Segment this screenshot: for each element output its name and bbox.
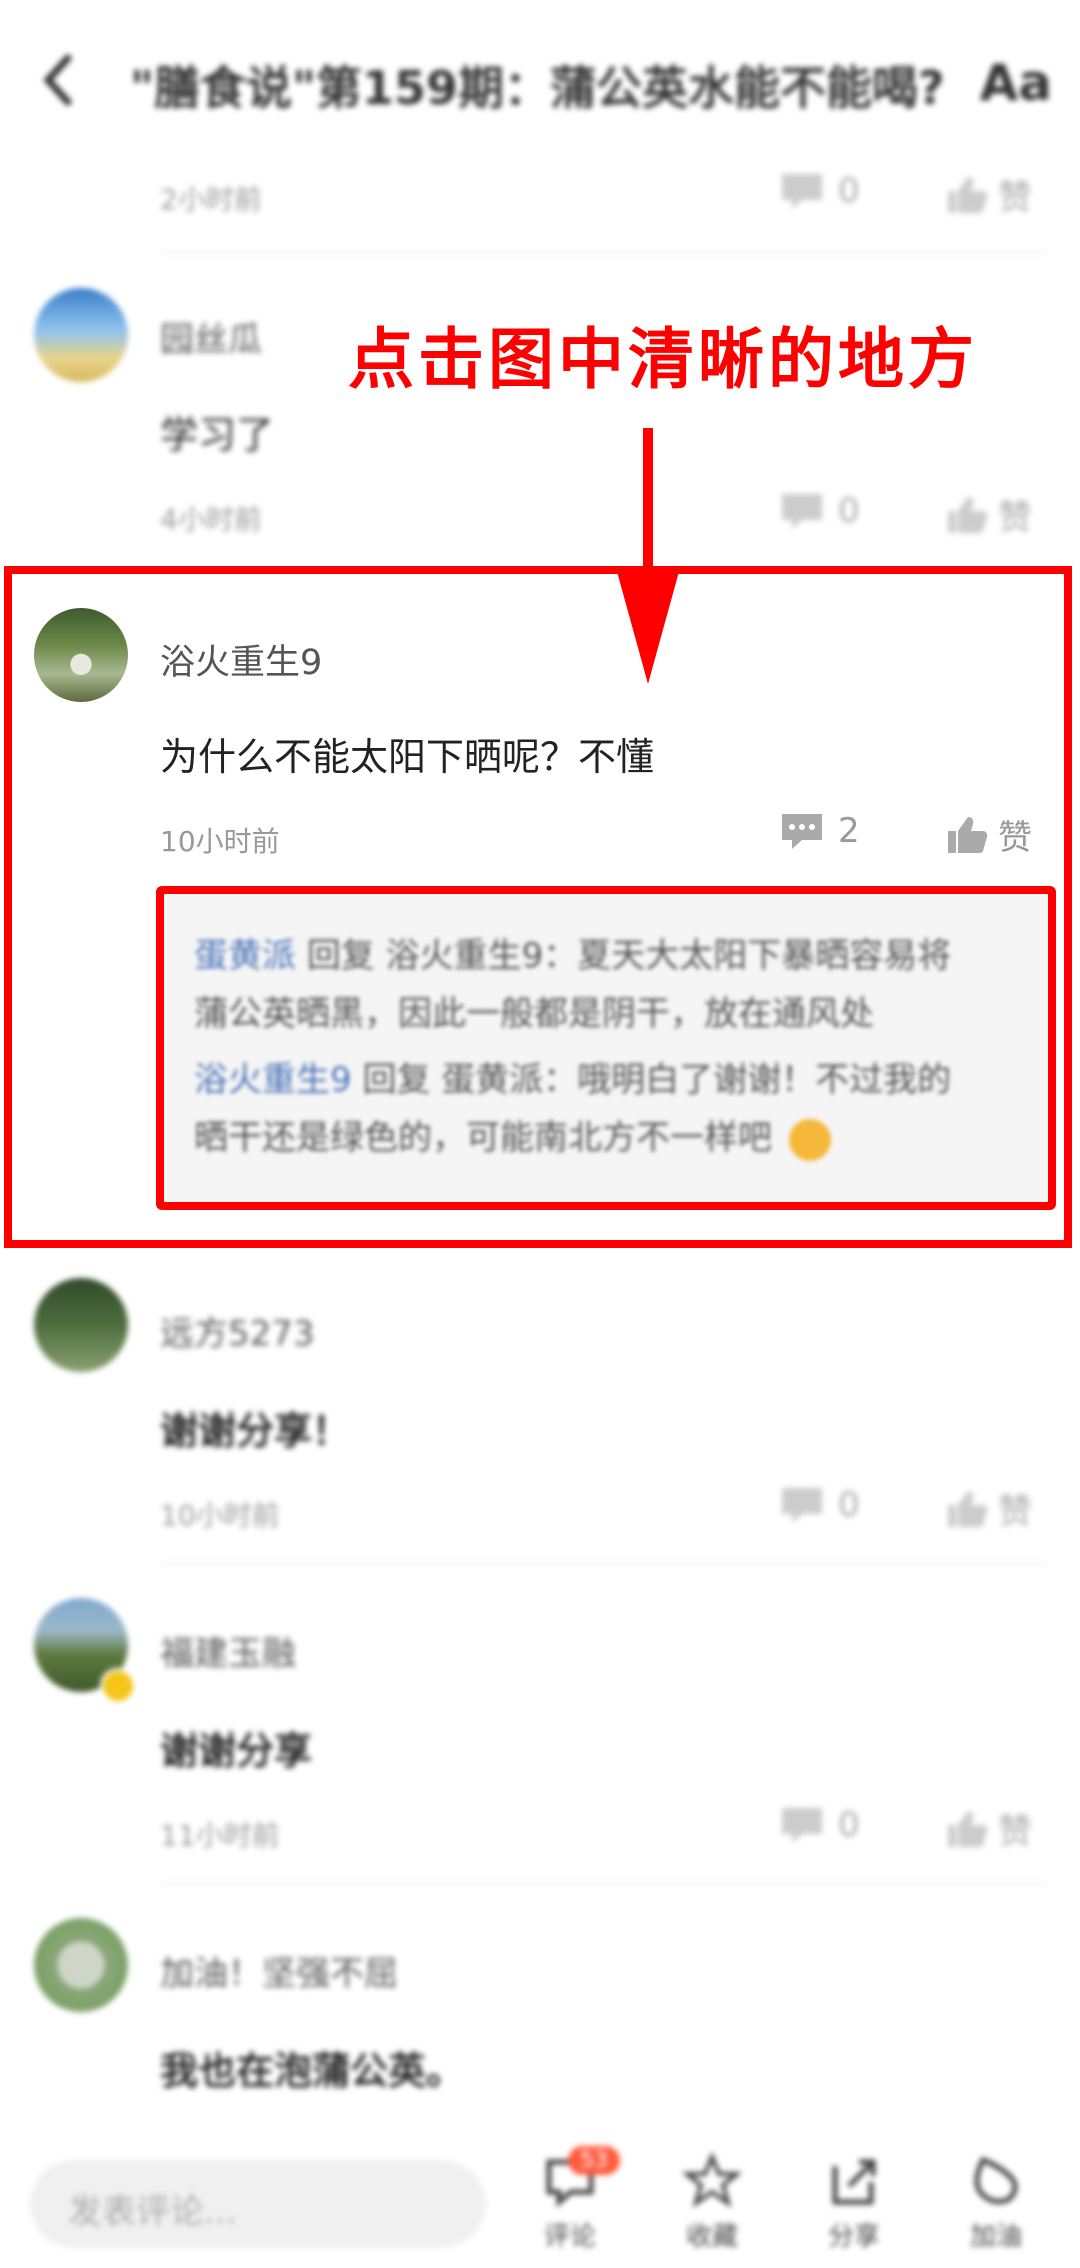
- collect-tab[interactable]: 收藏: [662, 2151, 762, 2253]
- thumb-up-icon: [948, 1490, 988, 1527]
- bottom-bar: 发表评论... 53 评论 收藏 分享 加油: [0, 2140, 1080, 2268]
- thumb-up-icon: [948, 816, 988, 853]
- comment-bubble-icon: [782, 1488, 822, 1523]
- top-bar: "膳食说"第159期：蒲公英水能不能喝? Aa: [0, 0, 1080, 160]
- comment-text: 学习了: [160, 413, 275, 457]
- cheer-tab[interactable]: 加油: [946, 2152, 1046, 2253]
- like-button[interactable]: 赞: [944, 490, 1032, 539]
- reply-line: 晒干还是绿色的，可能南北方不一样吧: [194, 1110, 831, 1161]
- grin-emoji-icon: [788, 1118, 831, 1161]
- comment-text: 为什么不能太阳下晒呢？不懂: [160, 735, 655, 779]
- comment-text: 谢谢分享！: [160, 1409, 351, 1453]
- comment-bubble-icon: [782, 814, 822, 849]
- comment-bubble-icon: [782, 174, 822, 209]
- font-size-icon[interactable]: Aa: [980, 54, 1052, 112]
- like-button[interactable]: 赞: [944, 1484, 1032, 1533]
- comment-count-badge: 53: [568, 2146, 620, 2175]
- comment-time: 10小时前: [160, 825, 280, 858]
- page-title: "膳食说"第159期：蒲公英水能不能喝?: [130, 61, 945, 115]
- reply-count[interactable]: 0: [778, 490, 860, 532]
- vip-badge-icon: [100, 1668, 136, 1704]
- reply-thread[interactable]: 蛋黄派 回复 浴火重生9：夏天大太阳下暴晒容易将 蒲公英晒黑，因此一般都是阴干，…: [156, 886, 1056, 1210]
- reply-count[interactable]: 0: [778, 170, 860, 212]
- avatar[interactable]: [34, 1918, 128, 2012]
- thumb-up-icon: [948, 1810, 988, 1847]
- reply-count[interactable]: 0: [778, 1804, 860, 1846]
- comment-time: 10小时前: [160, 1499, 280, 1532]
- comment-text: 谢谢分享: [160, 1729, 313, 1773]
- reply-line: 浴火重生9 回复 蛋黄派：哦明白了谢谢！不过我的: [194, 1060, 952, 1100]
- cheer-icon: [974, 2156, 1018, 2205]
- comment-time: 4小时前: [160, 503, 262, 536]
- like-button[interactable]: 赞: [944, 810, 1032, 859]
- username[interactable]: 远方5273: [160, 1306, 315, 1355]
- comments-tab[interactable]: 53 评论: [520, 2146, 620, 2253]
- username[interactable]: 福建玉融: [160, 1626, 296, 1675]
- annotation-text: 点击图中清晰的地方: [348, 321, 978, 398]
- username[interactable]: 浴火重生9: [160, 634, 322, 685]
- reply-count[interactable]: 2: [778, 810, 860, 852]
- star-icon: [681, 2151, 743, 2208]
- divider: [160, 1882, 1048, 1884]
- divider: [160, 252, 1048, 254]
- thumb-up-icon: [948, 176, 988, 213]
- username[interactable]: 加油！坚强不屈: [160, 1946, 398, 1995]
- username[interactable]: 园丝瓜: [160, 312, 262, 361]
- share-tab[interactable]: 分享: [804, 2152, 904, 2253]
- reply-line: 蒲公英晒黑，因此一般都是阴干，放在通风处: [194, 994, 874, 1034]
- like-button[interactable]: 赞: [944, 170, 1032, 219]
- avatar[interactable]: [34, 608, 128, 702]
- comment-bubble-icon: [782, 1808, 822, 1843]
- comment-time: 2小时前: [160, 183, 262, 216]
- comment-bubble-icon: [782, 494, 822, 529]
- back-icon[interactable]: [38, 50, 78, 110]
- avatar[interactable]: [34, 1278, 128, 1372]
- reply-line: 蛋黄派 回复 浴火重生9：夏天大太阳下暴晒容易将: [194, 936, 952, 976]
- divider: [160, 1562, 1048, 1564]
- share-icon: [832, 2159, 876, 2205]
- comment-text: 我也在泡蒲公英。: [160, 2049, 465, 2093]
- reply-count[interactable]: 0: [778, 1484, 860, 1526]
- avatar[interactable]: [34, 288, 128, 382]
- comment-time: 11小时前: [160, 1819, 280, 1852]
- comment-input[interactable]: 发表评论...: [30, 2160, 486, 2248]
- thumb-up-icon: [948, 496, 988, 533]
- like-button[interactable]: 赞: [944, 1804, 1032, 1853]
